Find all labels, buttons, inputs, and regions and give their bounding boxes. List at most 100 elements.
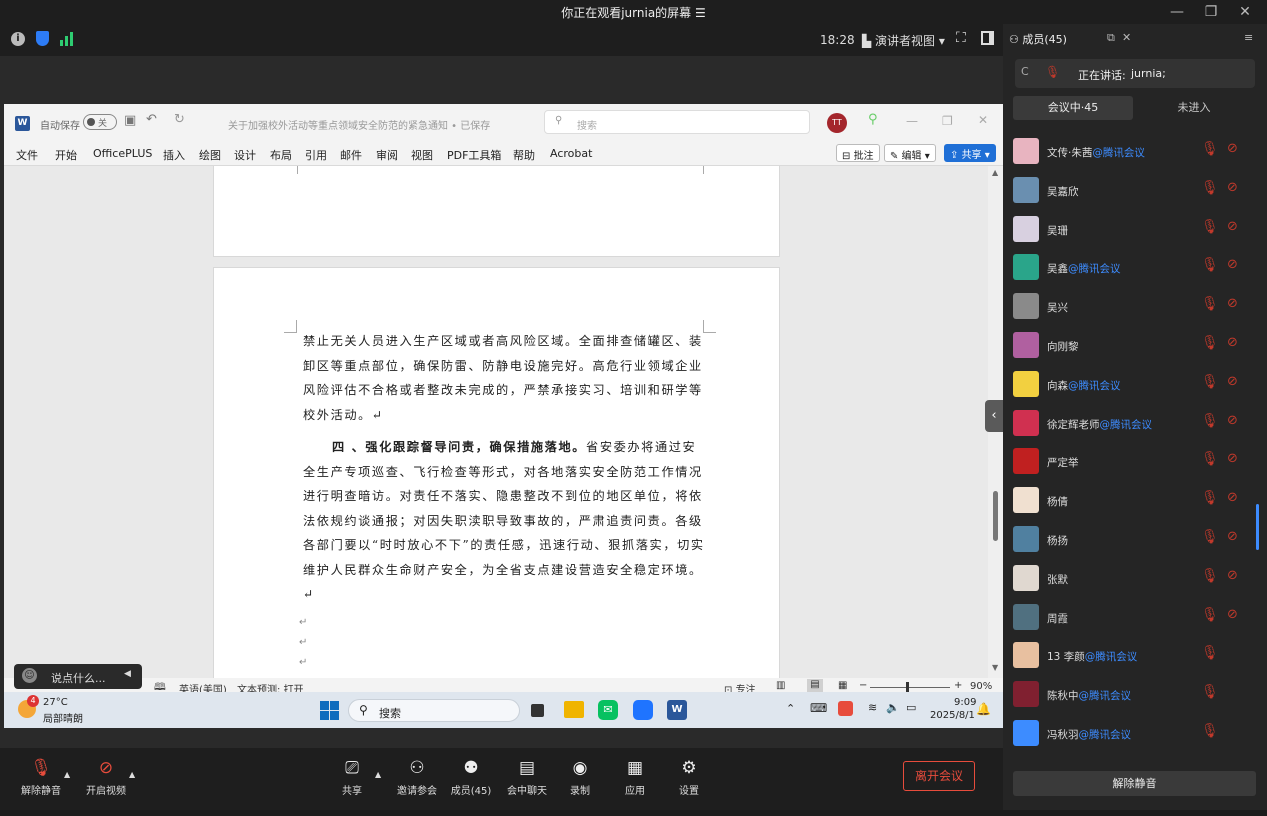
- tab-help[interactable]: 帮助: [513, 147, 535, 163]
- autosave-toggle[interactable]: 关: [83, 114, 117, 130]
- weather-temp[interactable]: 27°C: [43, 697, 68, 708]
- file-explorer-icon[interactable]: [564, 701, 584, 718]
- wifi-icon[interactable]: ≋: [868, 701, 877, 714]
- mic-off-icon[interactable]: 🎙: [1201, 413, 1219, 429]
- menu-icon[interactable]: ≡: [1244, 31, 1253, 44]
- camera-off-icon[interactable]: ⊘: [1227, 141, 1238, 156]
- web-layout-icon[interactable]: ▦: [838, 680, 847, 691]
- taskbar-date[interactable]: 2025/8/1: [930, 710, 975, 721]
- tab-insert[interactable]: 插入: [163, 147, 185, 163]
- mic-off-icon[interactable]: 🎙: [1201, 296, 1219, 312]
- collapse-panel-icon[interactable]: ‹: [985, 400, 1003, 432]
- mic-off-icon[interactable]: 🎙: [1201, 219, 1219, 235]
- tab-officeplus[interactable]: OfficePLUS: [93, 147, 152, 160]
- chevron-up-icon[interactable]: ⌃: [786, 702, 795, 715]
- maximize-icon[interactable]: ❐: [1196, 2, 1226, 22]
- fullscreen-icon[interactable]: ⛶: [956, 30, 966, 46]
- close-panel-icon[interactable]: ✕: [1122, 31, 1131, 44]
- invite-button[interactable]: ⚇ 邀请参会: [395, 758, 439, 797]
- redo-icon[interactable]: ↻: [174, 112, 185, 127]
- info-icon[interactable]: i: [11, 32, 25, 46]
- list-item[interactable]: 周霞 🎙 ⊘: [1003, 600, 1267, 639]
- battery-icon[interactable]: ▭: [906, 701, 916, 714]
- taskbar-search[interactable]: ⚲ 搜索: [348, 699, 520, 722]
- text-prediction-status[interactable]: 文本预测: 打开: [237, 681, 304, 692]
- mic-off-icon[interactable]: 🎙: [1201, 490, 1219, 506]
- notification-icon[interactable]: 🔔: [976, 702, 991, 716]
- scrollbar-thumb[interactable]: [993, 491, 998, 541]
- list-item[interactable]: 陈秋中@腾讯会议 🎙: [1003, 677, 1267, 716]
- tab-home[interactable]: 开始: [55, 147, 77, 163]
- task-view-icon[interactable]: [531, 704, 544, 717]
- share-button[interactable]: ⇪ 共享 ▾: [944, 144, 996, 162]
- tencent-meeting-icon[interactable]: [633, 700, 653, 720]
- list-item[interactable]: 杨倩 🎙 ⊘: [1003, 483, 1267, 522]
- collapse-chat-icon[interactable]: ◀: [124, 669, 131, 679]
- mic-off-icon[interactable]: 🎙: [1201, 529, 1219, 545]
- view-mode-dropdown[interactable]: ▙ 演讲者视图 ▾: [862, 32, 945, 49]
- shield-icon[interactable]: [36, 31, 49, 46]
- unmute-all-button[interactable]: 解除静音: [1013, 771, 1256, 796]
- list-item[interactable]: 13 李颜@腾讯会议 🎙: [1003, 638, 1267, 677]
- search-icon[interactable]: C: [1021, 65, 1029, 78]
- camera-off-icon[interactable]: ⊘: [1227, 335, 1238, 350]
- list-item[interactable]: 杨扬 🎙 ⊘: [1003, 522, 1267, 561]
- list-item[interactable]: 张默 🎙 ⊘: [1003, 561, 1267, 600]
- tab-review[interactable]: 审阅: [376, 147, 398, 163]
- windows-start-icon[interactable]: [320, 701, 339, 720]
- camera-off-icon[interactable]: ⊘: [1227, 568, 1238, 583]
- tab-pdf-tools[interactable]: PDF工具箱: [447, 147, 501, 163]
- camera-off-icon[interactable]: ⊘: [1227, 413, 1238, 428]
- camera-off-icon[interactable]: ⊘: [1227, 529, 1238, 544]
- tab-file[interactable]: 文件: [16, 147, 38, 163]
- record-button[interactable]: ◉ 录制: [565, 758, 595, 797]
- word-taskbar-icon[interactable]: W: [667, 700, 687, 720]
- layout-toggle-icon[interactable]: [981, 31, 994, 45]
- mic-off-icon[interactable]: 🎙: [1201, 257, 1219, 273]
- ime-icon[interactable]: ⌨: [810, 701, 827, 715]
- chat-button[interactable]: ▤ 会中聊天: [505, 758, 549, 797]
- camera-off-icon[interactable]: ⊘: [1227, 257, 1238, 272]
- share-screen-button[interactable]: ⎚ 共享: [336, 758, 368, 797]
- taskbar-time[interactable]: 9:09: [954, 697, 976, 708]
- minimize-icon[interactable]: —: [1162, 2, 1192, 22]
- list-item[interactable]: 向刚黎 🎙 ⊘: [1003, 328, 1267, 367]
- mic-off-icon[interactable]: 🎙: [1201, 568, 1219, 584]
- read-mode-icon[interactable]: ▥: [776, 680, 785, 691]
- list-item[interactable]: 严定举 🎙 ⊘: [1003, 444, 1267, 483]
- start-video-button[interactable]: ⊘ 开启视频: [84, 758, 128, 797]
- list-item[interactable]: 吴嘉欣 🎙 ⊘: [1003, 173, 1267, 212]
- list-item[interactable]: 冯秋羽@腾讯会议 🎙: [1003, 716, 1267, 755]
- mic-off-icon[interactable]: 🎙: [1201, 723, 1219, 739]
- camera-off-icon[interactable]: ⊘: [1227, 607, 1238, 622]
- mic-off-icon[interactable]: 🎙: [1201, 374, 1219, 390]
- tab-acrobat[interactable]: Acrobat: [550, 147, 592, 160]
- tab-view[interactable]: 视图: [411, 147, 433, 163]
- document-title[interactable]: 关于加强校外活动等重点领域安全防范的紧急通知 • 已保存: [228, 117, 490, 132]
- caret-up-icon[interactable]: ▲: [64, 770, 70, 779]
- camera-off-icon[interactable]: ⊘: [1227, 374, 1238, 389]
- book-icon[interactable]: 🕮: [154, 680, 166, 692]
- camera-off-icon[interactable]: ⊘: [1227, 451, 1238, 466]
- popout-icon[interactable]: ⧉: [1107, 31, 1115, 45]
- comment-button[interactable]: ⊟ 批注: [836, 144, 880, 162]
- list-item[interactable]: 吴鑫@腾讯会议 🎙 ⊘: [1003, 250, 1267, 289]
- caret-up-icon[interactable]: ▲: [375, 770, 381, 779]
- list-item[interactable]: 文传·朱茜@腾讯会议 🎙 ⊘: [1003, 134, 1267, 173]
- unmute-button[interactable]: 🎙 解除静音: [20, 758, 62, 797]
- word-maximize-icon[interactable]: ❐: [942, 114, 953, 128]
- emoji-icon[interactable]: ☺: [22, 668, 37, 683]
- zoom-out-icon[interactable]: −: [859, 680, 867, 691]
- list-item[interactable]: 徐定辉老师@腾讯会议 🎙 ⊘: [1003, 406, 1267, 445]
- list-item[interactable]: 吴珊 🎙 ⊘: [1003, 212, 1267, 251]
- word-minimize-icon[interactable]: —: [906, 114, 918, 128]
- tab-layout[interactable]: 布局: [270, 147, 292, 163]
- paragraph-text[interactable]: 四 、强化跟踪督导问责，确保措施落地。省安委办将通过安全生产专项巡查、飞行检查等…: [303, 435, 707, 607]
- close-icon[interactable]: ✕: [1230, 2, 1260, 22]
- paragraph-text[interactable]: 禁止无关人员进入生产区域或者高风险区域。全面排查储罐区、装卸区等重点部位，确保防…: [303, 329, 707, 427]
- wechat-icon[interactable]: ✉: [598, 700, 618, 720]
- save-icon[interactable]: ▣: [124, 113, 136, 128]
- zoom-level[interactable]: 90%: [970, 681, 992, 692]
- leave-meeting-button[interactable]: 离开会议: [903, 761, 975, 791]
- app-tray-icon[interactable]: [838, 701, 853, 716]
